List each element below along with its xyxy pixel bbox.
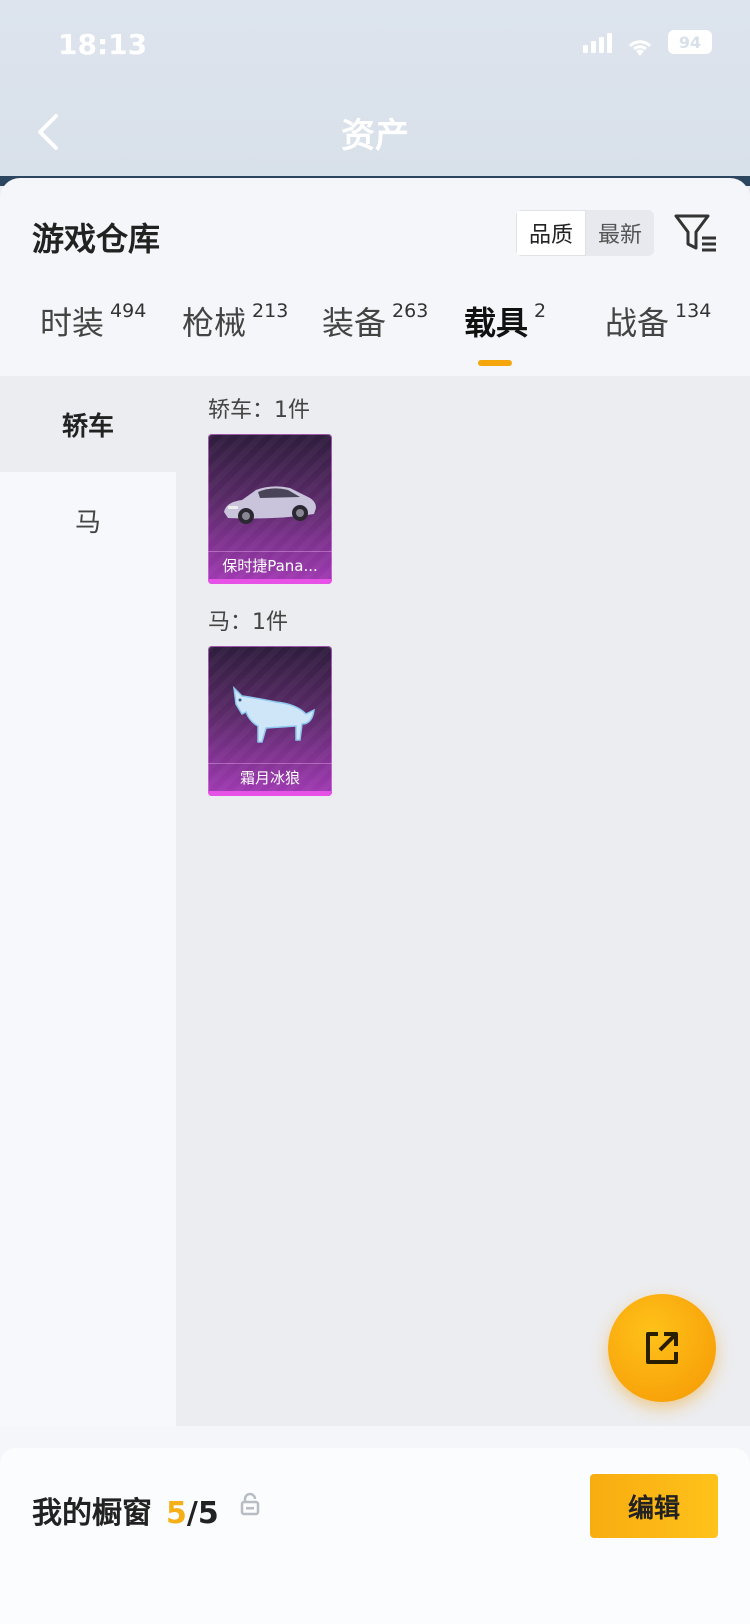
group-label-horse: 马：1件 — [208, 610, 288, 635]
tab-count: 2 — [534, 300, 547, 322]
filter-icon[interactable] — [672, 210, 718, 256]
showcase-count: 5/5 — [166, 1496, 219, 1531]
edit-button[interactable]: 编辑 — [590, 1474, 718, 1538]
sidebar-item-sedan[interactable]: 轿车 — [0, 376, 176, 472]
group-label-sedan: 轿车：1件 — [208, 398, 310, 423]
item-card-porsche[interactable]: 保时捷Pana... — [208, 434, 332, 584]
tab-label: 时装 — [40, 304, 105, 342]
rarity-bar — [208, 579, 332, 584]
top-navigation: 18:13 94 资产 — [0, 0, 750, 186]
showcase-total: /5 — [186, 1496, 219, 1531]
subcategory-sidebar: 轿车 马 — [0, 376, 176, 1426]
lock-icon — [240, 1492, 260, 1516]
status-indicators: 94 — [583, 30, 712, 56]
page-title: 资产 — [341, 116, 409, 156]
sort-newest-option[interactable]: 最新 — [586, 210, 654, 256]
content-area: 轿车 马 轿车：1件 保时捷Pana... 马：1件 霜月冰狼 — [0, 376, 750, 1426]
showcase-bar: 我的橱窗 5/5 编辑 — [0, 1448, 750, 1624]
tab-equipment[interactable]: 装备 263 — [322, 298, 428, 344]
tab-fashion[interactable]: 时装 494 — [40, 298, 146, 344]
item-list: 轿车：1件 保时捷Pana... 马：1件 霜月冰狼 — [176, 376, 750, 1426]
tab-firearms[interactable]: 枪械 213 — [182, 298, 288, 344]
sort-quality-option[interactable]: 品质 — [516, 210, 586, 256]
tab-count: 263 — [392, 300, 429, 322]
tab-count: 494 — [110, 300, 147, 322]
share-icon — [646, 1332, 678, 1364]
wolf-icon — [216, 668, 324, 758]
car-icon — [216, 456, 324, 546]
warehouse-sheet: 游戏仓库 品质 最新 时装 494 枪械 213 装备 263 载具 2 战备 — [0, 178, 750, 1624]
battery-icon: 94 — [668, 30, 712, 54]
item-name: 霜月冰狼 — [208, 763, 332, 791]
tab-count: 134 — [675, 300, 712, 322]
tab-vehicles[interactable]: 载具 2 — [464, 298, 546, 344]
item-card-wolf[interactable]: 霜月冰狼 — [208, 646, 332, 796]
showcase-title: 我的橱窗 — [32, 1496, 152, 1531]
tab-label: 载具 — [464, 304, 529, 342]
sort-toggle: 品质 最新 — [516, 210, 654, 256]
showcase-current: 5 — [166, 1496, 187, 1531]
tab-label: 战备 — [605, 304, 670, 342]
share-button[interactable] — [608, 1294, 716, 1402]
active-tab-indicator — [478, 360, 512, 366]
tab-label: 枪械 — [182, 304, 247, 342]
item-name: 保时捷Pana... — [208, 551, 332, 579]
category-tabs: 时装 494 枪械 213 装备 263 载具 2 战备 134 — [0, 298, 750, 378]
signal-icon — [583, 31, 612, 53]
warehouse-title: 游戏仓库 — [32, 220, 161, 258]
showcase-label: 我的橱窗 5/5 — [32, 1488, 219, 1532]
tab-label: 装备 — [322, 304, 387, 342]
tab-combat-gear[interactable]: 战备 134 — [605, 298, 711, 344]
status-bar: 18:13 94 — [0, 0, 750, 88]
wifi-icon — [626, 32, 654, 56]
status-time: 18:13 — [58, 28, 148, 61]
rarity-bar — [208, 791, 332, 796]
sidebar-item-horse[interactable]: 马 — [0, 472, 176, 568]
tab-count: 213 — [252, 300, 289, 322]
